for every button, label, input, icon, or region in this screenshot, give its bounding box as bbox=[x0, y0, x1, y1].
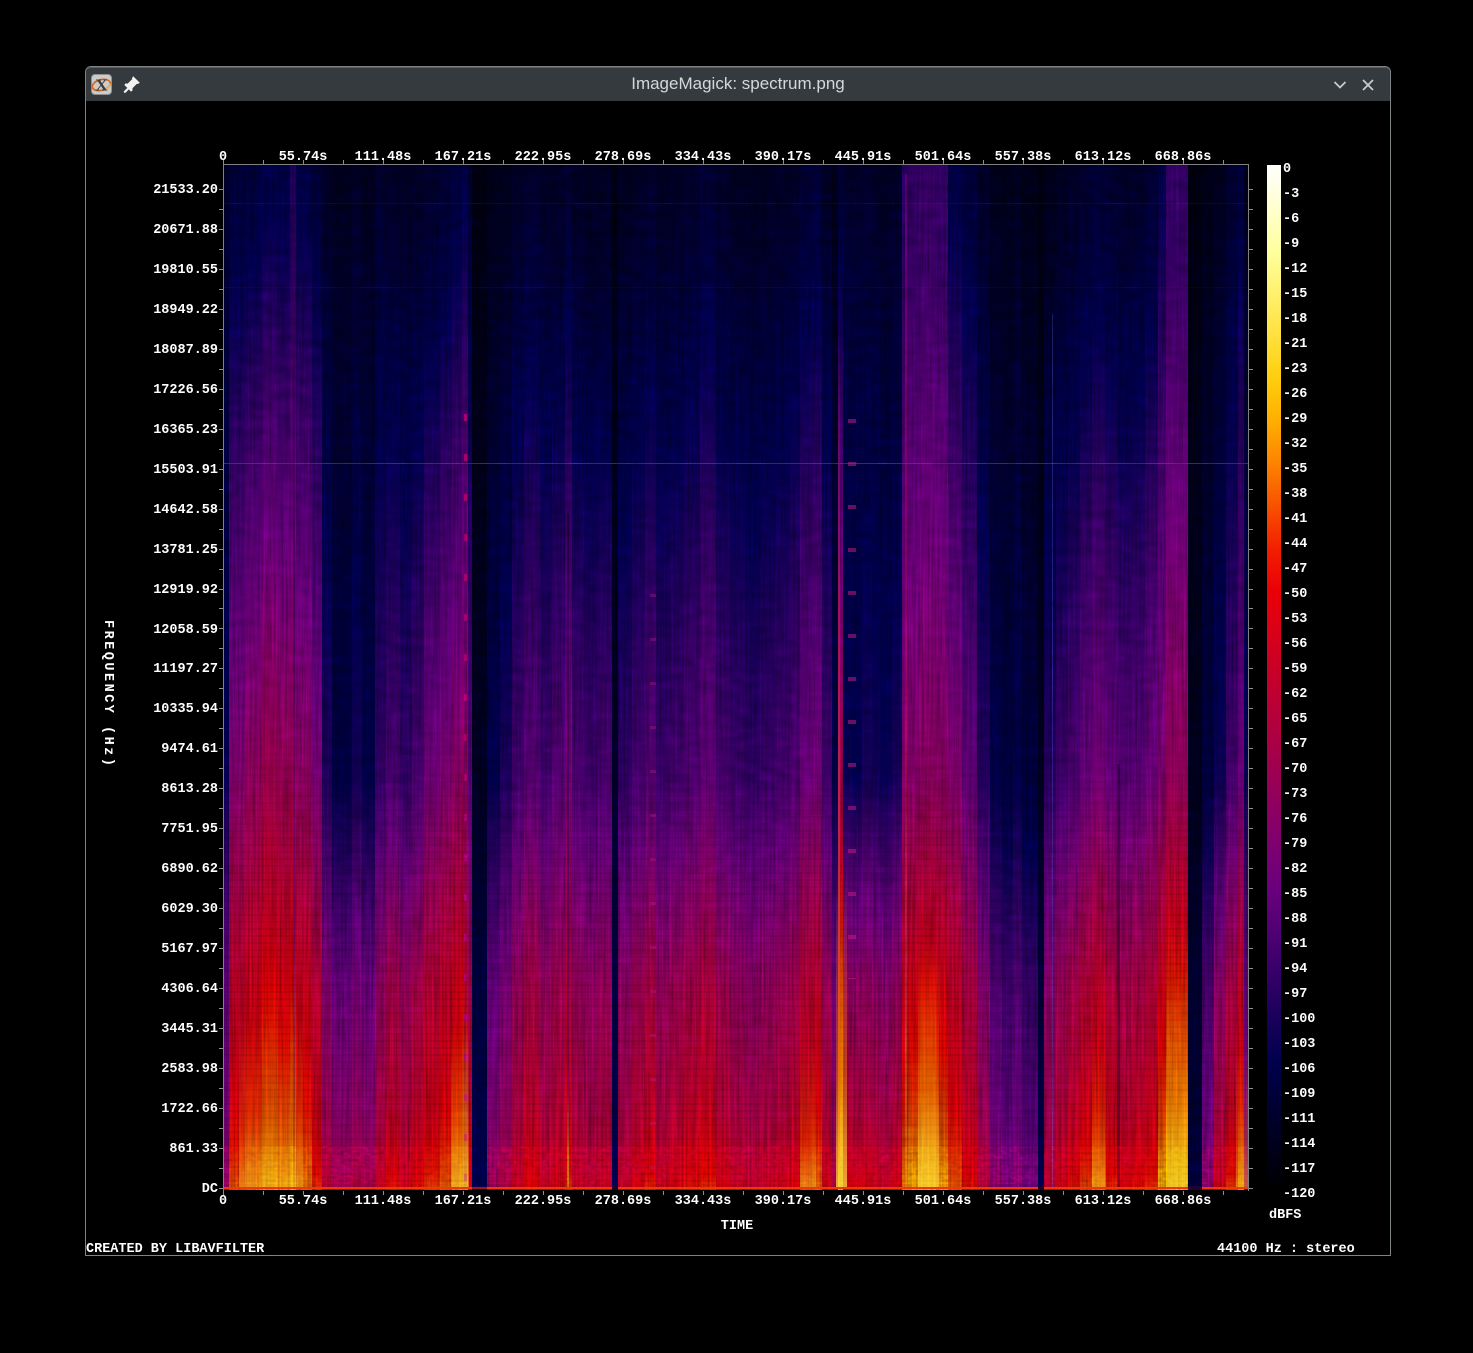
svg-text:X: X bbox=[95, 75, 108, 94]
